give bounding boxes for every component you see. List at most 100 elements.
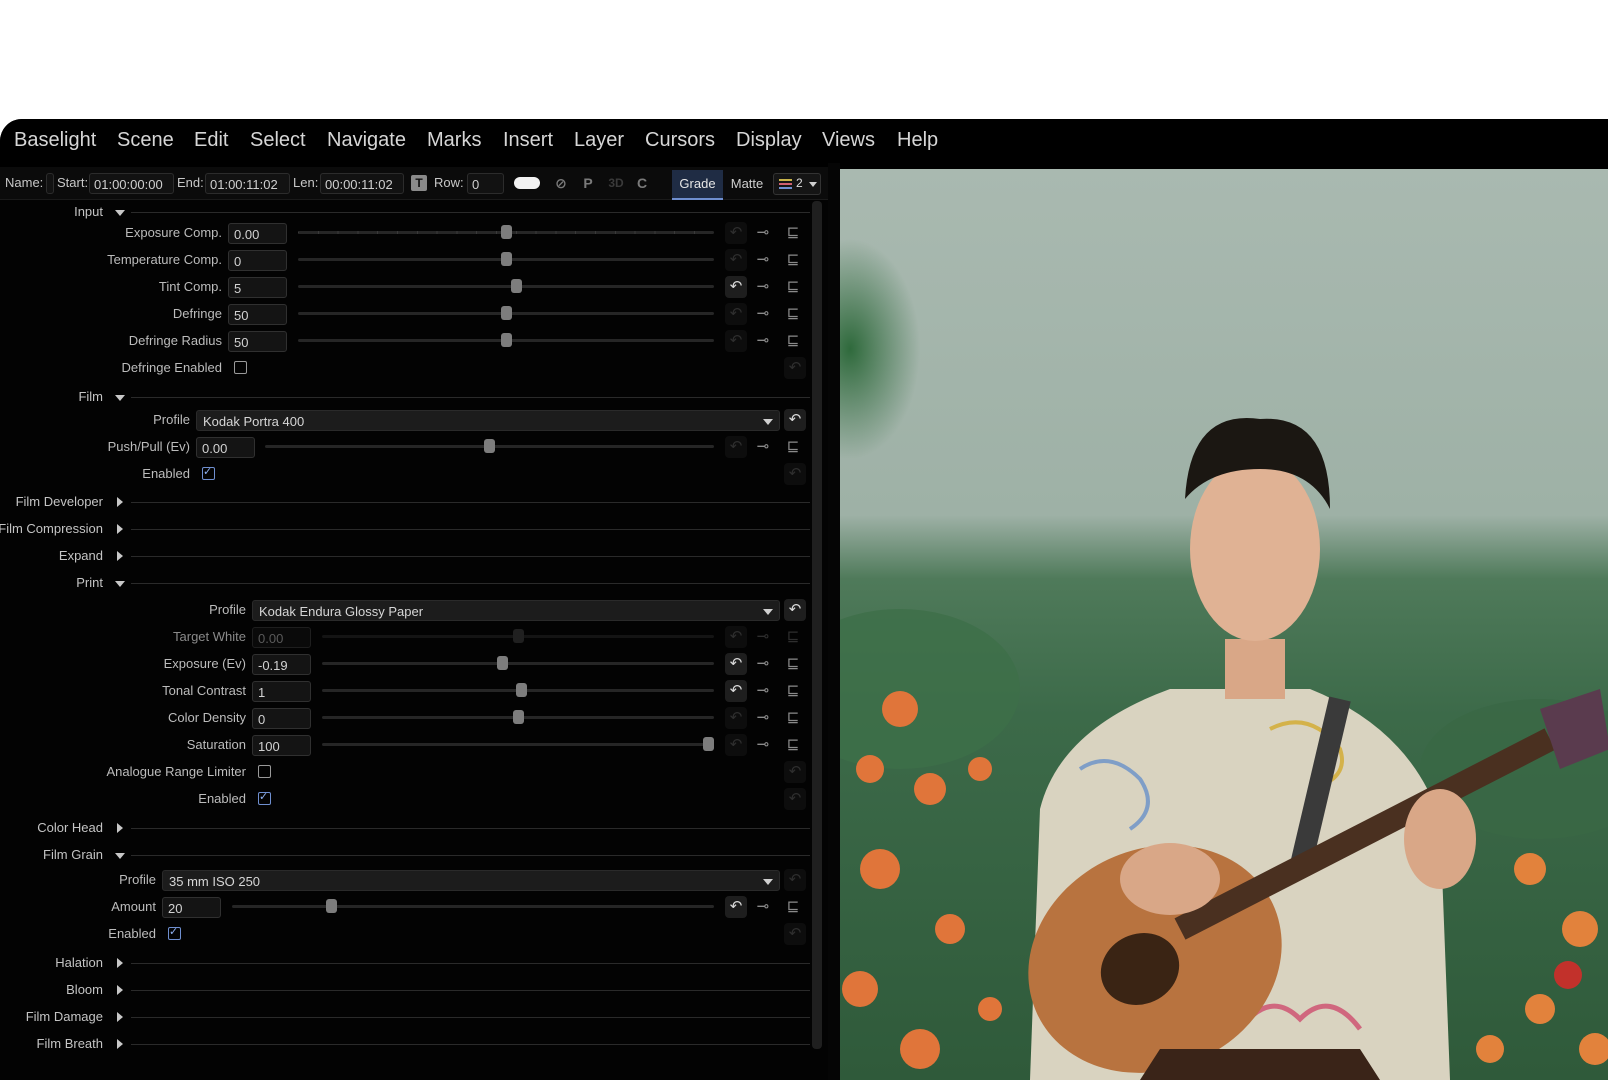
- temperature-comp-field[interactable]: 0: [228, 250, 287, 271]
- undo-icon[interactable]: ↶: [784, 869, 806, 891]
- curve-graph-icon[interactable]: ⊑: [782, 680, 804, 702]
- tab-grade[interactable]: Grade: [672, 170, 723, 200]
- key-icon[interactable]: ⊸: [752, 249, 774, 271]
- print-enabled-checkbox[interactable]: [258, 790, 271, 805]
- exposure-comp-slider-thumb[interactable]: [500, 225, 512, 239]
- section-input[interactable]: Input: [74, 204, 103, 219]
- undo-icon[interactable]: ↶: [725, 436, 747, 458]
- name-field[interactable]: [46, 173, 54, 194]
- key-icon[interactable]: ⊸: [752, 680, 774, 702]
- temperature-comp-slider-thumb[interactable]: [500, 252, 512, 266]
- menu-baselight[interactable]: Baselight: [14, 129, 96, 152]
- undo-icon[interactable]: ↶: [784, 761, 806, 783]
- section-film-grain[interactable]: Film Grain: [43, 847, 103, 862]
- push-pull-slider-thumb[interactable]: [484, 439, 495, 453]
- menu-edit[interactable]: Edit: [194, 129, 228, 152]
- grain-profile-dropdown[interactable]: 35 mm ISO 250: [162, 870, 780, 891]
- expand-film-icon[interactable]: [115, 395, 125, 401]
- key-icon[interactable]: ⊸: [752, 653, 774, 675]
- expand-film-grain-icon[interactable]: [115, 853, 125, 859]
- section-halation[interactable]: Halation: [55, 955, 103, 970]
- section-film-breath[interactable]: Film Breath: [37, 1036, 103, 1051]
- tonal-contrast-slider-thumb[interactable]: [516, 683, 528, 697]
- saturation-field[interactable]: 100: [252, 735, 311, 756]
- menu-navigate[interactable]: Navigate: [327, 129, 406, 152]
- defringe-radius-slider-thumb[interactable]: [500, 333, 512, 347]
- key-icon[interactable]: ⊸: [752, 896, 774, 918]
- undo-icon[interactable]: ↶: [784, 357, 806, 379]
- section-film[interactable]: Film: [78, 389, 103, 404]
- exposure-comp-field[interactable]: 0.00: [228, 223, 287, 244]
- saturation-slider-thumb[interactable]: [703, 737, 714, 751]
- menu-insert[interactable]: Insert: [503, 129, 553, 152]
- grain-amount-slider-thumb[interactable]: [326, 899, 338, 913]
- grain-amount-field[interactable]: 20: [162, 897, 221, 918]
- expand-film-breath-icon[interactable]: [117, 1039, 123, 1049]
- key-icon[interactable]: ⊸: [752, 303, 774, 325]
- tint-comp-slider[interactable]: [298, 285, 714, 288]
- defringe-enabled-checkbox[interactable]: [234, 361, 247, 374]
- layers-dropdown[interactable]: 2: [773, 173, 821, 195]
- undo-icon[interactable]: ↶: [725, 707, 747, 729]
- start-field[interactable]: 01:00:00:00: [89, 173, 174, 194]
- image-viewer[interactable]: [840, 169, 1608, 1080]
- expand-expand-icon[interactable]: [117, 551, 123, 561]
- 3d-icon[interactable]: 3D: [606, 173, 626, 193]
- menu-layer[interactable]: Layer: [574, 129, 624, 152]
- menu-display[interactable]: Display: [736, 129, 802, 152]
- end-field[interactable]: 01:00:11:02: [205, 173, 290, 194]
- undo-icon[interactable]: ↶: [784, 923, 806, 945]
- undo-icon[interactable]: ↶: [725, 896, 747, 918]
- panel-scrollbar[interactable]: [812, 201, 822, 1049]
- print-profile-dropdown[interactable]: Kodak Endura Glossy Paper: [252, 600, 780, 621]
- curve-graph-icon[interactable]: ⊑: [782, 707, 804, 729]
- undo-icon[interactable]: ↶: [784, 463, 806, 485]
- undo-icon[interactable]: ↶: [725, 303, 747, 325]
- grain-enabled-checkbox[interactable]: [168, 925, 181, 940]
- key-icon[interactable]: ⊸: [752, 330, 774, 352]
- curve-graph-icon[interactable]: ⊑: [782, 303, 804, 325]
- key-icon[interactable]: ⊸: [752, 222, 774, 244]
- expand-color-head-icon[interactable]: [117, 823, 123, 833]
- menu-select[interactable]: Select: [250, 129, 306, 152]
- print-exposure-slider-thumb[interactable]: [497, 656, 509, 670]
- undo-icon[interactable]: ↶: [725, 330, 747, 352]
- section-film-damage[interactable]: Film Damage: [26, 1009, 103, 1024]
- p-icon[interactable]: P: [581, 173, 595, 193]
- text-icon[interactable]: T: [411, 175, 427, 191]
- undo-icon[interactable]: ↶: [725, 222, 747, 244]
- curve-graph-icon[interactable]: ⊑: [782, 896, 804, 918]
- key-icon[interactable]: ⊸: [752, 707, 774, 729]
- expand-print-icon[interactable]: [115, 581, 125, 587]
- curve-graph-icon[interactable]: ⊑: [782, 653, 804, 675]
- expand-input-icon[interactable]: [115, 210, 125, 216]
- undo-icon[interactable]: ↶: [725, 734, 747, 756]
- undo-icon[interactable]: ↶: [725, 653, 747, 675]
- undo-icon[interactable]: ↶: [784, 409, 806, 431]
- expand-bloom-icon[interactable]: [117, 985, 123, 995]
- section-expand[interactable]: Expand: [59, 548, 103, 563]
- curve-graph-icon[interactable]: ⊑: [782, 222, 804, 244]
- film-enabled-checkbox[interactable]: [202, 465, 215, 480]
- analogue-range-limiter-checkbox[interactable]: [258, 765, 271, 778]
- menu-help[interactable]: Help: [897, 129, 938, 152]
- defringe-radius-field[interactable]: 50: [228, 331, 287, 352]
- curve-graph-icon[interactable]: ⊑: [782, 436, 804, 458]
- defringe-field[interactable]: 50: [228, 304, 287, 325]
- section-film-developer[interactable]: Film Developer: [16, 494, 103, 509]
- key-icon[interactable]: ⊸: [752, 734, 774, 756]
- c-icon[interactable]: C: [635, 173, 649, 193]
- panel-divider[interactable]: [828, 163, 840, 1080]
- section-print[interactable]: Print: [76, 575, 103, 590]
- expand-film-compression-icon[interactable]: [117, 524, 123, 534]
- tint-comp-slider-thumb[interactable]: [510, 279, 522, 293]
- key-icon[interactable]: ⊸: [752, 436, 774, 458]
- menu-views[interactable]: Views: [822, 129, 875, 152]
- color-density-slider-thumb[interactable]: [512, 710, 524, 724]
- defringe-slider-thumb[interactable]: [500, 306, 512, 320]
- undo-icon[interactable]: ↶: [784, 599, 806, 621]
- push-pull-field[interactable]: 0.00: [196, 437, 255, 458]
- disable-icon[interactable]: ⊘: [552, 173, 570, 193]
- section-film-compression[interactable]: Film Compression: [0, 521, 103, 536]
- saturation-slider[interactable]: [322, 743, 714, 746]
